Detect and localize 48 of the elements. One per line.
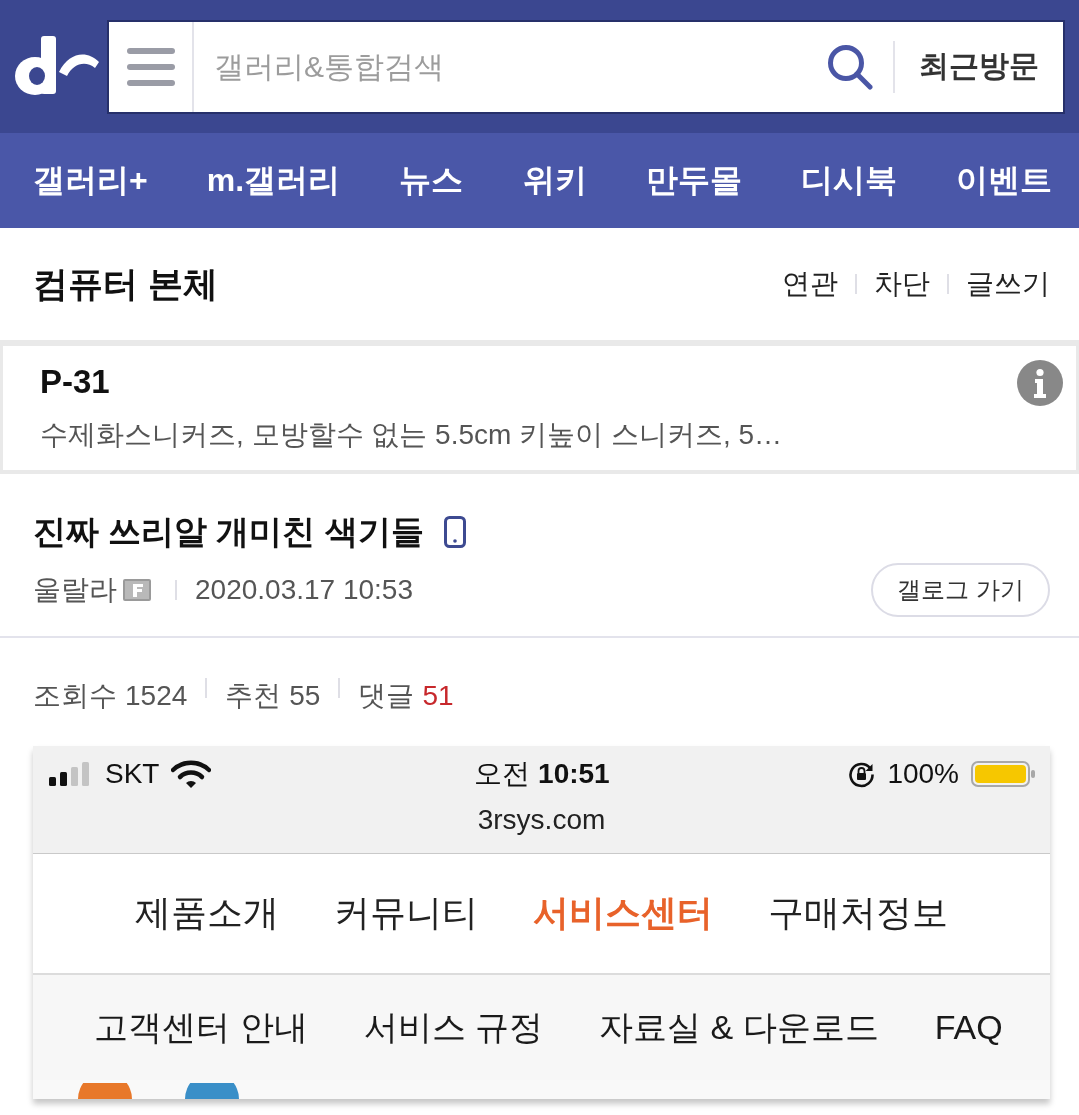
gallery-action-link[interactable]: 글쓰기: [966, 265, 1050, 303]
battery-icon: [971, 761, 1035, 787]
search-button[interactable]: [827, 43, 873, 90]
nav-link[interactable]: 갤러리+: [33, 158, 148, 203]
nav-link[interactable]: 디시북: [800, 158, 897, 203]
nav-link[interactable]: 이벤트: [955, 158, 1052, 203]
battery-percent: 100%: [887, 758, 959, 790]
stat-label: 추천: [225, 679, 282, 713]
screenshot-submenu-text: 고객센터 안내: [94, 1006, 308, 1048]
round-icon: [78, 1083, 132, 1099]
gallery-action-link[interactable]: 연관: [782, 265, 838, 303]
author-name[interactable]: 울랄라: [33, 571, 117, 609]
screenshot-submenu-text: 자료실 & 다운로드: [599, 1006, 879, 1048]
carrier-name: SKT: [105, 758, 160, 790]
post-date: 2020.03.17 10:53: [195, 574, 413, 606]
screenshot-menu-text: 구매처정보: [768, 891, 948, 935]
stat-value: 55: [289, 679, 321, 713]
post-title: 진짜 쓰리알 개미친 색기들: [33, 511, 424, 552]
search-bar[interactable]: 갤러리&통합검색 최근방문: [107, 19, 1065, 114]
stat-label: 조회수: [33, 679, 117, 713]
site-url: 3rsys.com: [476, 803, 607, 837]
rotation-lock-icon: [848, 760, 876, 788]
nick-icon: [123, 579, 151, 601]
stat-value: 1524: [125, 679, 188, 713]
round-icon: [185, 1083, 239, 1099]
wifi-icon: [171, 760, 212, 788]
info-icon[interactable]: [1017, 360, 1063, 406]
nav-link[interactable]: m.갤러리: [206, 158, 341, 203]
gallery-title: 컴퓨터 본체: [33, 262, 218, 305]
status-time: 오전 10:51: [474, 757, 610, 791]
menu-icon: [126, 46, 175, 87]
recent-visits-button[interactable]: 최근방문: [895, 46, 1063, 87]
screenshot-submenu-text: FAQ: [934, 1008, 1003, 1047]
stat-label: 댓글: [358, 679, 415, 713]
screenshot-submenu-text: 서비스 규정: [363, 1006, 544, 1048]
nav-link[interactable]: 위키: [522, 158, 587, 203]
nav-link[interactable]: 뉴스: [399, 158, 464, 203]
ad-description[interactable]: 수제화스니커즈, 모방할수 없는 5.5cm 키높이 스니커즈, 5…: [40, 410, 1007, 460]
screenshot-menu-text: 커뮤니티: [334, 891, 478, 935]
gallery-action-link[interactable]: 차단: [874, 265, 930, 303]
stat-value: 51: [422, 679, 454, 713]
mobile-phone-icon: [443, 516, 466, 548]
screenshot-menu-text: 제품소개: [135, 891, 279, 935]
ad-title[interactable]: P-31: [40, 360, 1007, 404]
search-icon: [827, 43, 873, 90]
gallog-button[interactable]: 갤로그 가기: [871, 563, 1050, 617]
nav-link[interactable]: 만두몰: [645, 158, 742, 203]
screenshot-menu-text: 서비스센터: [533, 891, 713, 935]
